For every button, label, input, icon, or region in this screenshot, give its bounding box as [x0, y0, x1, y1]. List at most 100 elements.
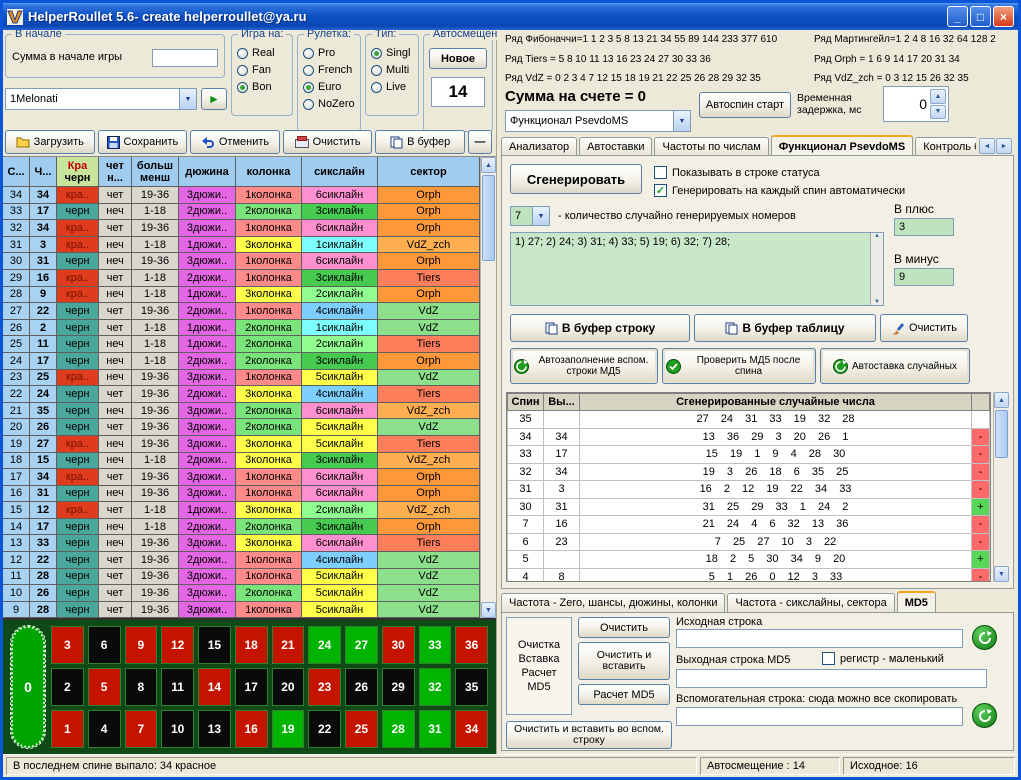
buffer-line-button[interactable]: В буфер строку	[510, 314, 690, 342]
table-row[interactable]: 2511черннеч1-181дюжи..2колонка2сиклайнTi…	[3, 336, 480, 353]
board-cell-5[interactable]: 5	[88, 668, 121, 706]
results-header-7[interactable]: сикслайн	[302, 157, 378, 187]
checkbox-icon[interactable]	[654, 166, 667, 179]
spin-up-icon[interactable]: ▲	[930, 89, 946, 104]
board-cell-6[interactable]: 6	[88, 626, 121, 664]
dropdown-arrow-icon[interactable]: ▼	[179, 89, 196, 109]
undo-button[interactable]: Отменить	[190, 130, 280, 154]
radio-pro[interactable]: Pro	[303, 47, 357, 59]
md5-aux-input[interactable]	[676, 707, 963, 726]
save-button[interactable]: Сохранить	[98, 130, 188, 154]
board-cell-10[interactable]: 10	[161, 710, 194, 748]
gen-table-row[interactable]: 3527 24 31 33 19 32 28	[508, 411, 990, 429]
minimize-button[interactable]: _	[947, 6, 968, 27]
results-header-5[interactable]: дюжина	[179, 157, 236, 187]
board-cell-12[interactable]: 12	[161, 626, 194, 664]
count-select[interactable]: 7 ▼	[510, 206, 550, 226]
scroll-down-icon[interactable]: ▼	[994, 566, 1009, 582]
register-checkbox[interactable]: регистр - маленький	[822, 652, 944, 665]
table-row[interactable]: 1222чернчет19-362дюжи..1колонка4сиклайнV…	[3, 552, 480, 569]
board-cell-28[interactable]: 28	[382, 710, 415, 748]
spin-down-icon[interactable]: ▼	[930, 105, 946, 120]
results-header-0[interactable]: С...	[3, 157, 30, 187]
gen-table-row[interactable]: 303131 25 29 33 1 24 2+	[508, 498, 990, 516]
checkbox-icon[interactable]	[822, 652, 835, 665]
auto-generate-checkbox[interactable]: ✓ Генерировать на каждый спин автоматиче…	[654, 184, 905, 197]
board-cell-18[interactable]: 18	[235, 626, 268, 664]
table-row[interactable]: 3434кра..чет19-363дюжи..1колонка6сиклайн…	[3, 187, 480, 204]
board-cell-14[interactable]: 14	[198, 668, 231, 706]
board-cell-17[interactable]: 17	[235, 668, 268, 706]
radio-singl[interactable]: Singl	[371, 47, 415, 59]
board-cell-24[interactable]: 24	[308, 626, 341, 664]
clear-button[interactable]: Очистить	[283, 130, 373, 154]
gen-table-row[interactable]: 518 2 5 30 34 9 20+	[508, 551, 990, 569]
md5-refresh-aux-button[interactable]	[972, 703, 997, 728]
gen-table-row[interactable]: 343413 36 29 3 20 26 1-	[508, 428, 990, 446]
board-cell-27[interactable]: 27	[345, 626, 378, 664]
table-row[interactable]: 1128чернчет19-363дюжи..1колонка5сиклайнV…	[3, 569, 480, 586]
board-cell-19[interactable]: 19	[272, 710, 305, 748]
board-cell-21[interactable]: 21	[272, 626, 305, 664]
radio-real[interactable]: Real	[237, 47, 289, 59]
md5-calc-button[interactable]: Расчет MD5	[578, 684, 670, 705]
board-cell-26[interactable]: 26	[345, 668, 378, 706]
autospin-start-button[interactable]: Автоспин старт	[699, 92, 791, 118]
generated-table-scrollbar[interactable]: ▲ ▼	[993, 392, 1009, 582]
table-row[interactable]: 3317черннеч1-182дюжи..2колонка3сиклайнOr…	[3, 204, 480, 221]
clear-generated-button[interactable]: Очистить	[880, 314, 968, 342]
board-cell-35[interactable]: 35	[455, 668, 488, 706]
table-row[interactable]: 1631черннеч19-363дюжи..1колонка6сиклайнO…	[3, 486, 480, 503]
scroll-thumb[interactable]	[482, 175, 495, 261]
board-cell-32[interactable]: 32	[419, 668, 452, 706]
gen-table-row[interactable]: 71621 24 4 6 32 13 36-	[508, 516, 990, 534]
table-row[interactable]: 1333черннеч19-363дюжи..3колонка6сиклайнT…	[3, 535, 480, 552]
board-cell-9[interactable]: 9	[125, 626, 158, 664]
board-cell-zero[interactable]: 0	[11, 626, 45, 748]
radio-fan[interactable]: Fan	[237, 64, 289, 76]
gen-table-row[interactable]: 6237 25 27 10 3 22-	[508, 533, 990, 551]
results-header-6[interactable]: колонка	[236, 157, 302, 187]
board-cell-20[interactable]: 20	[272, 668, 305, 706]
function-select[interactable]: Функционал PsevdoMS ▼	[505, 110, 691, 132]
gen-table-row[interactable]: 323419 3 26 18 6 35 25-	[508, 463, 990, 481]
profile-select[interactable]: 1Melonati ▼	[5, 88, 197, 110]
radio-euro[interactable]: Euro	[303, 81, 357, 93]
table-row[interactable]: 2417черннеч1-182дюжи..2колонка3сиклайнOr…	[3, 353, 480, 370]
table-row[interactable]: 2026чернчет19-363дюжи..2колонка5сиклайнV…	[3, 419, 480, 436]
scroll-thumb[interactable]	[995, 410, 1008, 458]
generated-numbers-textarea[interactable]: 1) 27; 2) 24; 3) 31; 4) 33; 5) 19; 6) 32…	[510, 232, 884, 306]
table-row[interactable]: 3031черннеч19-363дюжи..1колонка6сиклайнO…	[3, 253, 480, 270]
table-row[interactable]: 2722чернчет19-362дюжи..1колонка4сиклайнV…	[3, 303, 480, 320]
md5-clear-button[interactable]: Очистить	[578, 617, 670, 638]
results-header-4[interactable]: большменш	[132, 157, 179, 187]
textarea-scrollbar[interactable]: ▲▼	[870, 233, 883, 305]
autofill-md5-button[interactable]: Автозаполнение вспом. строки МД5	[510, 348, 658, 384]
to-buffer-button[interactable]: В буфер	[375, 130, 465, 154]
start-sum-input[interactable]	[152, 49, 218, 67]
board-cell-22[interactable]: 22	[308, 710, 341, 748]
table-row[interactable]: 2224чернчет19-362дюжи..3колонка4сиклайнT…	[3, 386, 480, 403]
board-cell-13[interactable]: 13	[198, 710, 231, 748]
new-button[interactable]: Новое	[429, 48, 487, 69]
results-header-2[interactable]: Крачерн	[57, 157, 99, 187]
md5-clear-paste-button[interactable]: Очистить и вставить	[578, 642, 670, 680]
radio-multi[interactable]: Multi	[371, 64, 415, 76]
dropdown-arrow-icon[interactable]: ▼	[532, 207, 549, 225]
minus-button[interactable]: —	[468, 130, 492, 154]
dropdown-arrow-icon[interactable]: ▼	[673, 111, 690, 131]
run-profile-button[interactable]: ►	[201, 88, 227, 110]
board-cell-36[interactable]: 36	[455, 626, 488, 664]
tab-scroll-right-icon[interactable]: ►	[996, 138, 1012, 154]
table-row[interactable]: 1815черннеч1-182дюжи..3колонка3сиклайнVd…	[3, 453, 480, 470]
table-row[interactable]: 928чернчет19-363дюжи..1колонка5сиклайнVd…	[3, 602, 480, 618]
check-md5-button[interactable]: Проверить МД5 после спина	[662, 348, 816, 384]
tab-частоты-по-числам[interactable]: Частоты по числам	[654, 137, 768, 156]
table-row[interactable]: 2916кра..чет1-182дюжи..1колонка3сиклайнT…	[3, 270, 480, 287]
md5-paste-aux-button[interactable]: Очистить и вставить во вспом. строку	[506, 721, 672, 749]
table-row[interactable]: 1927кра..неч19-363дюжи..3колонка5сиклайн…	[3, 436, 480, 453]
table-row[interactable]: 1512кра..чет1-181дюжи..3колонка2сиклайнV…	[3, 502, 480, 519]
tab-контроль-банкролл[interactable]: Контроль банкролл	[915, 137, 976, 156]
board-cell-3[interactable]: 3	[51, 626, 84, 664]
buffer-table-button[interactable]: В буфер таблицу	[694, 314, 876, 342]
